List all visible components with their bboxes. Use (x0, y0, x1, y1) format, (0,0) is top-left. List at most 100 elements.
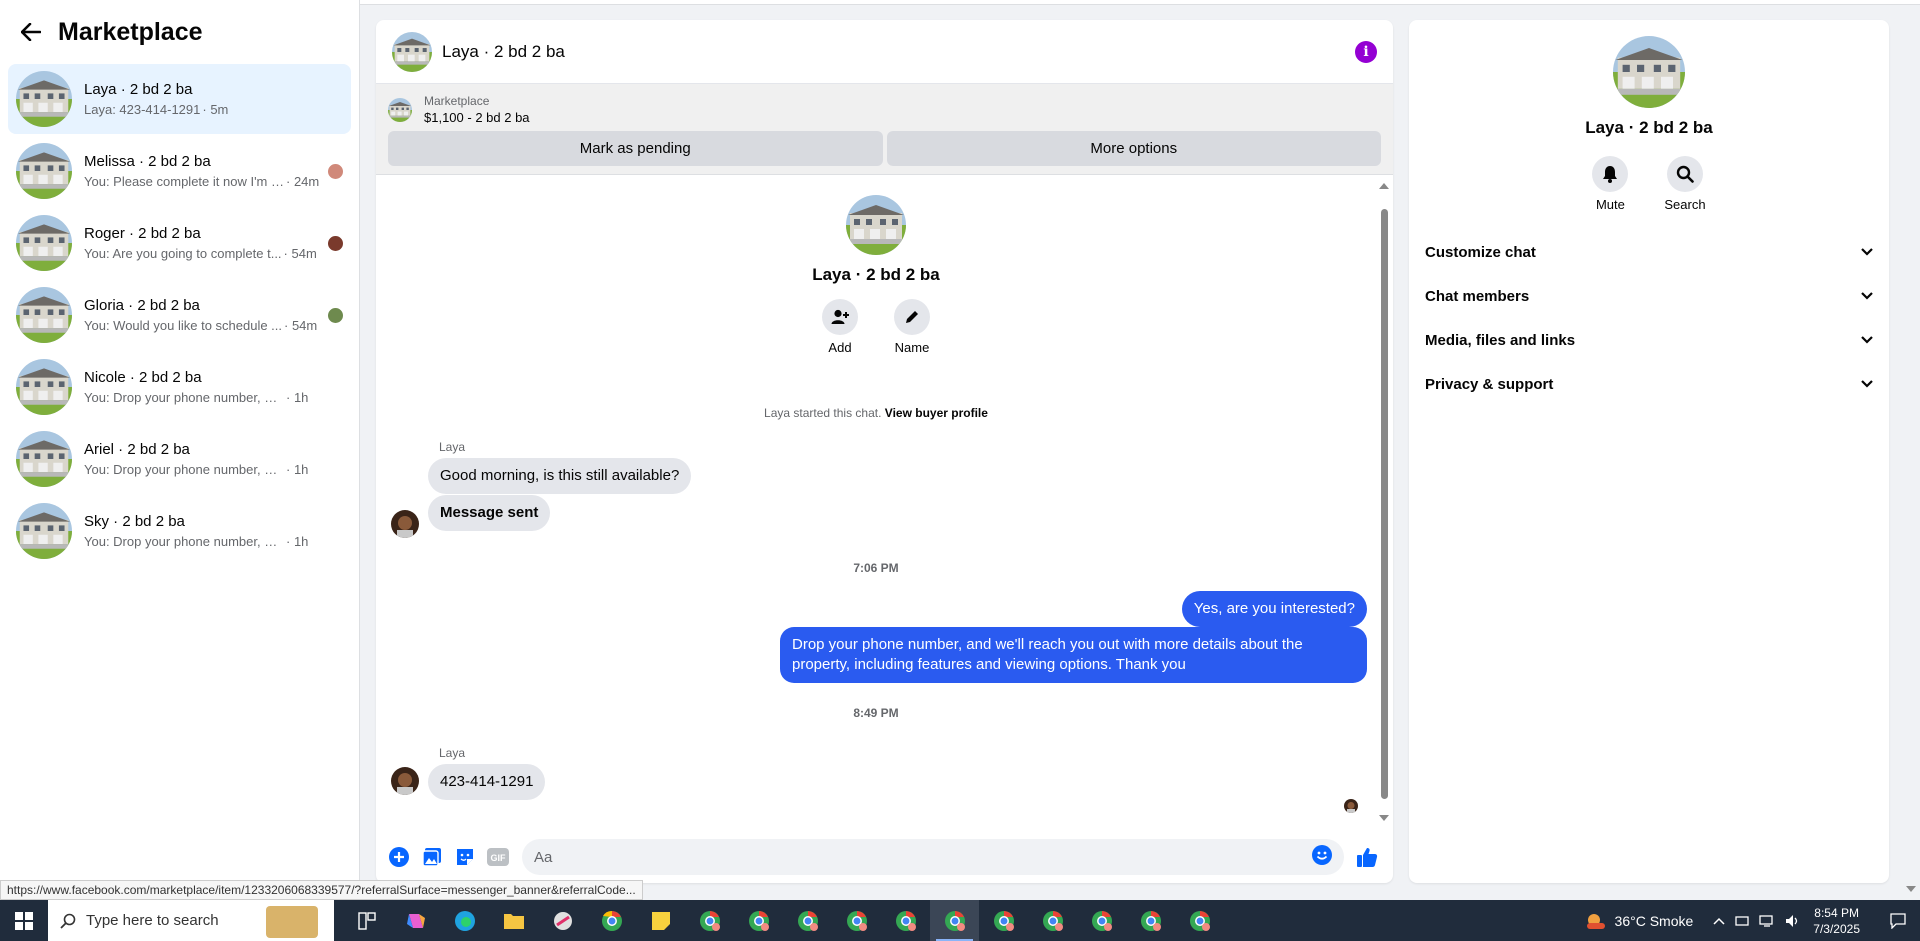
chrome-profile-icon[interactable] (734, 900, 783, 941)
chrome-profile-icon[interactable] (1077, 900, 1126, 941)
conversation-item-roger[interactable]: Roger · 2 bd 2 ba You: Are you going to … (8, 208, 351, 278)
taskbar-search-placeholder: Type here to search (86, 912, 219, 929)
conversation-name: Melissa · 2 bd 2 ba (84, 153, 211, 170)
customize-chat-section[interactable]: Customize chat (1417, 230, 1881, 274)
chrome-profile-icon[interactable] (832, 900, 881, 941)
thumbs-up-icon[interactable] (1352, 842, 1382, 872)
incoming-message[interactable]: 423-414-1291 (428, 764, 546, 800)
notification-icon[interactable] (1876, 900, 1920, 941)
sender-avatar[interactable] (391, 767, 419, 795)
media-files-links-section[interactable]: Media, files and links (1417, 318, 1881, 362)
outgoing-message[interactable]: Yes, are you interested? (1181, 591, 1367, 627)
view-buyer-profile-link[interactable]: View buyer profile (885, 406, 988, 420)
seen-receipt-avatar (1344, 799, 1358, 813)
conversation-snippet: You: Drop your phone number, and w... (84, 390, 284, 405)
network-icon[interactable] (1759, 914, 1775, 928)
search-in-conversation-button[interactable]: Search (1664, 156, 1706, 212)
system-clock[interactable]: 8:54 PM 7/3/2025 (1813, 905, 1860, 937)
conversation-item-ariel[interactable]: Ariel · 2 bd 2 ba You: Drop your phone n… (8, 424, 351, 494)
sender-label: Laya (439, 440, 466, 454)
edge-browser-icon[interactable] (440, 900, 489, 941)
chrome-profile-icon[interactable] (783, 900, 832, 941)
chat-header: Laya · 2 bd 2 ba i (376, 20, 1393, 84)
meet-now-icon[interactable] (1735, 914, 1749, 928)
message-scrollbar[interactable] (1379, 181, 1389, 823)
system-tray: 36°C Smoke 8:54 PM 7/3/2025 (1585, 900, 1920, 941)
conversation-item-gloria[interactable]: Gloria · 2 bd 2 ba You: Would you like t… (8, 280, 351, 350)
conversation-time: · 1h (286, 534, 309, 549)
conversation-snippet: You: Please complete it now I'm s... (84, 174, 284, 189)
chrome-profile-icon[interactable] (1028, 900, 1077, 941)
read-receipt-avatar (328, 236, 343, 251)
chrome-profile-icon[interactable] (881, 900, 930, 941)
taskbar-search-box[interactable]: Type here to search (48, 900, 334, 941)
scroll-down-arrow-icon[interactable] (1379, 815, 1389, 821)
conversation-time: · 1h (286, 462, 309, 477)
chrome-profile-icon-active[interactable] (930, 900, 979, 941)
conversation-item-nicole[interactable]: Nicole · 2 bd 2 ba You: Drop your phone … (8, 352, 351, 422)
message-input[interactable] (534, 848, 1312, 866)
add-people-button[interactable]: Add (822, 299, 858, 355)
chrome-profile-icon[interactable] (1175, 900, 1224, 941)
outgoing-message[interactable]: Drop your phone number, and we'll reach … (780, 627, 1367, 683)
conversation-name: Roger · 2 bd 2 ba (84, 225, 201, 242)
gif-icon[interactable]: GIF (483, 842, 513, 872)
emoji-icon[interactable] (1312, 844, 1332, 870)
conversation-name: Gloria · 2 bd 2 ba (84, 297, 200, 314)
task-view-icon[interactable] (342, 900, 391, 941)
mute-button[interactable]: Mute (1592, 156, 1629, 212)
chrome-profile-icon[interactable] (685, 900, 734, 941)
listing-thumbnail (16, 143, 72, 199)
weather-widget[interactable]: 36°C Smoke (1585, 911, 1693, 931)
listing-price[interactable]: $1,100 - 2 bd 2 ba (424, 110, 530, 125)
mark-as-pending-button[interactable]: Mark as pending (388, 131, 883, 166)
pencil-icon (906, 311, 918, 323)
scroll-up-arrow-icon[interactable] (1379, 183, 1389, 189)
volume-icon[interactable] (1785, 914, 1801, 928)
conversation-item-laya[interactable]: Laya · 2 bd 2 ba Laya: 423-414-1291 · 5m (8, 64, 351, 134)
edit-name-button[interactable]: Name (894, 299, 930, 355)
copilot-icon[interactable] (391, 900, 440, 941)
photo-icon[interactable] (417, 842, 447, 872)
plus-circle-icon[interactable] (384, 842, 414, 872)
info-icon[interactable]: i (1355, 40, 1377, 63)
more-options-button[interactable]: More options (886, 131, 1381, 166)
chat-header-thumbnail[interactable] (392, 31, 432, 72)
windows-start-icon[interactable] (0, 900, 48, 941)
chrome-profile-icon[interactable] (979, 900, 1028, 941)
banner-listing-thumbnail[interactable] (388, 97, 412, 122)
scroll-thumb[interactable] (1381, 209, 1388, 799)
snipping-tool-icon[interactable] (538, 900, 587, 941)
section-label: Media, files and links (1425, 331, 1576, 349)
sticky-notes-icon[interactable] (636, 900, 685, 941)
incoming-message[interactable]: Message sent (428, 495, 551, 531)
conversation-item-sky[interactable]: Sky · 2 bd 2 ba You: Drop your phone num… (8, 496, 351, 566)
intro-thumbnail (846, 195, 906, 255)
chrome-profile-icon[interactable] (1126, 900, 1175, 941)
conversation-item-melissa[interactable]: Melissa · 2 bd 2 ba You: Please complete… (8, 136, 351, 206)
message-input-wrapper (522, 839, 1344, 875)
back-arrow-icon[interactable] (16, 17, 46, 47)
chat-members-section[interactable]: Chat members (1417, 274, 1881, 318)
banner-label: Marketplace (424, 94, 490, 108)
incoming-message[interactable]: Good morning, is this still available? (428, 458, 692, 494)
intro-name: Laya · 2 bd 2 ba (812, 265, 940, 284)
listing-thumbnail (16, 71, 72, 127)
chevron-up-icon[interactable] (1713, 917, 1725, 925)
message-thread[interactable]: Laya · 2 bd 2 ba Add Name Laya started t… (376, 175, 1393, 830)
conversation-details-panel: Laya · 2 bd 2 ba Mute Search Customize c… (1409, 20, 1889, 883)
page-scroll-down-arrow-icon[interactable] (1906, 886, 1916, 892)
privacy-support-section[interactable]: Privacy & support (1417, 362, 1881, 406)
read-receipt-avatar (328, 164, 343, 179)
chat-header-name[interactable]: Laya · 2 bd 2 ba (442, 42, 1355, 62)
file-explorer-icon[interactable] (489, 900, 538, 941)
chrome-icon[interactable] (587, 900, 636, 941)
search-label: Search (1664, 197, 1706, 212)
section-label: Customize chat (1425, 243, 1536, 261)
sender-avatar[interactable] (391, 510, 419, 538)
name-label: Name (894, 340, 930, 355)
sticker-icon[interactable] (450, 842, 480, 872)
conversation-name: Laya · 2 bd 2 ba (84, 81, 193, 98)
conversation-sidebar: Marketplace Laya · 2 bd 2 ba Laya: 423-4… (0, 0, 360, 900)
gif-label: GIF (491, 853, 507, 863)
